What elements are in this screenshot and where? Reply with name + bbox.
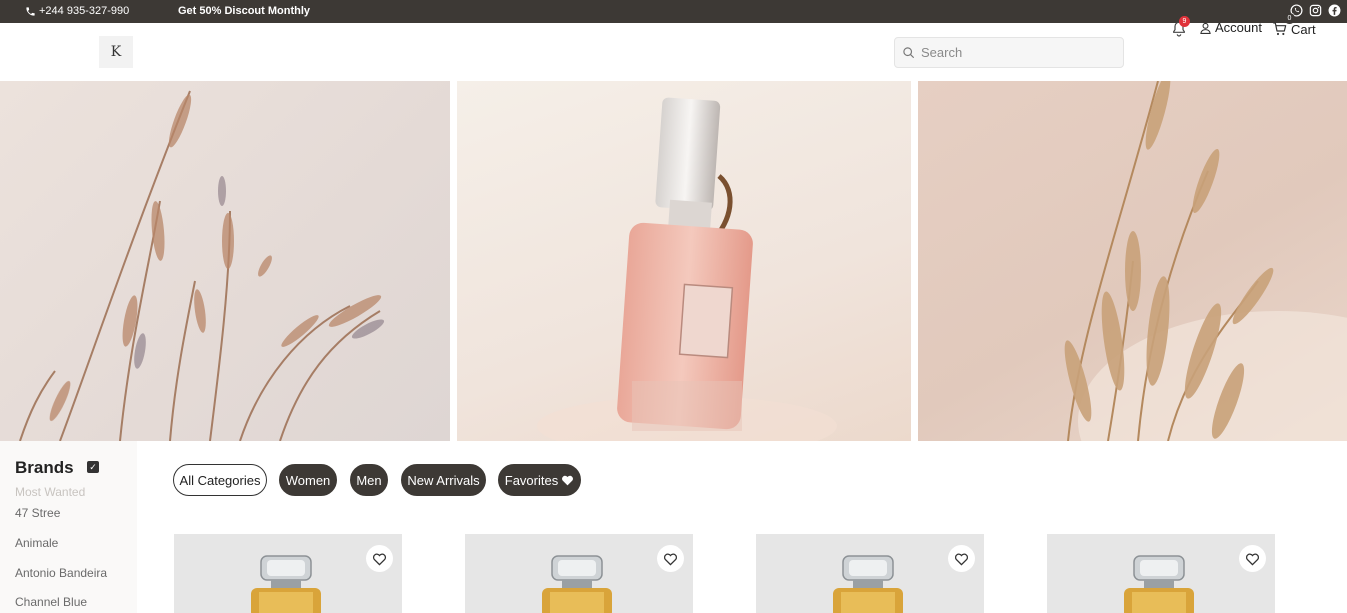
favorite-button[interactable] bbox=[1239, 545, 1266, 572]
category-women[interactable]: Women bbox=[279, 464, 337, 496]
brands-sidebar: Brands ✓ Most Wanted 47 Stree Animale An… bbox=[0, 441, 137, 613]
category-new-arrivals[interactable]: New Arrivals bbox=[401, 464, 486, 496]
product-card[interactable] bbox=[465, 534, 693, 613]
hero-image-pampas-grass bbox=[918, 81, 1347, 441]
favorite-button[interactable] bbox=[366, 545, 393, 572]
heart-icon bbox=[562, 475, 574, 486]
search-input[interactable] bbox=[921, 45, 1111, 60]
category-label: Women bbox=[285, 472, 331, 488]
phone-icon bbox=[26, 6, 35, 16]
perfume-bottle-image bbox=[833, 555, 903, 613]
search-icon bbox=[903, 47, 914, 58]
brands-title: Brands bbox=[15, 458, 74, 477]
account-link[interactable]: Account bbox=[1199, 20, 1262, 35]
brand-item[interactable]: Channel Blue bbox=[15, 595, 87, 609]
heart-outline-icon bbox=[955, 553, 968, 566]
user-icon bbox=[1200, 22, 1211, 34]
search-box[interactable] bbox=[894, 37, 1124, 68]
category-favorites[interactable]: Favorites bbox=[498, 464, 581, 496]
product-card[interactable] bbox=[756, 534, 984, 613]
perfume-bottle-image bbox=[251, 555, 321, 613]
product-card[interactable] bbox=[174, 534, 402, 613]
category-label: Men bbox=[356, 472, 382, 488]
notification-badge: 9 bbox=[1179, 16, 1190, 27]
category-label: All Categories bbox=[179, 472, 261, 488]
phone-contact[interactable]: +244 935-327-990 bbox=[25, 5, 129, 17]
perfume-bottle-image bbox=[1124, 555, 1194, 613]
cart-label: Cart bbox=[1291, 21, 1316, 37]
heart-outline-icon bbox=[1246, 553, 1259, 566]
heart-outline-icon bbox=[373, 553, 386, 566]
category-label: Favorites bbox=[504, 472, 559, 488]
account-label: Account bbox=[1215, 20, 1262, 35]
hero-banner bbox=[0, 81, 1347, 441]
social-links bbox=[1290, 4, 1341, 17]
top-bar: +244 935-327-990 Get 50% Discout Monthly bbox=[0, 0, 1347, 23]
site-header: K bbox=[0, 23, 1347, 81]
category-label: New Arrivals bbox=[407, 472, 480, 488]
cart-icon bbox=[1273, 22, 1287, 36]
site-logo[interactable]: K bbox=[99, 36, 133, 68]
category-all[interactable]: All Categories bbox=[173, 464, 267, 496]
logo-text: K bbox=[110, 44, 122, 60]
hero-image-perfume-bottle bbox=[457, 81, 911, 441]
hero-image-dried-flowers bbox=[0, 81, 450, 441]
cart-count-badge: 0 bbox=[1284, 13, 1295, 24]
brands-checkbox[interactable]: ✓ bbox=[87, 461, 99, 473]
instagram-icon[interactable] bbox=[1309, 4, 1322, 17]
perfume-bottle-image bbox=[542, 555, 612, 613]
category-men[interactable]: Men bbox=[350, 464, 388, 496]
brand-item[interactable]: Antonio Bandeira bbox=[15, 566, 107, 580]
product-card[interactable] bbox=[1047, 534, 1275, 613]
phone-number: +244 935-327-990 bbox=[39, 5, 130, 17]
brand-item[interactable]: Animale bbox=[15, 536, 58, 550]
brand-item[interactable]: 47 Stree bbox=[15, 506, 60, 520]
favorite-button[interactable] bbox=[657, 545, 684, 572]
facebook-icon[interactable] bbox=[1328, 4, 1341, 17]
heart-outline-icon bbox=[664, 553, 677, 566]
cart-link[interactable]: Cart bbox=[1272, 21, 1316, 37]
favorite-button[interactable] bbox=[948, 545, 975, 572]
brands-subtitle: Most Wanted bbox=[15, 485, 86, 499]
promo-text: Get 50% Discout Monthly bbox=[178, 5, 311, 17]
